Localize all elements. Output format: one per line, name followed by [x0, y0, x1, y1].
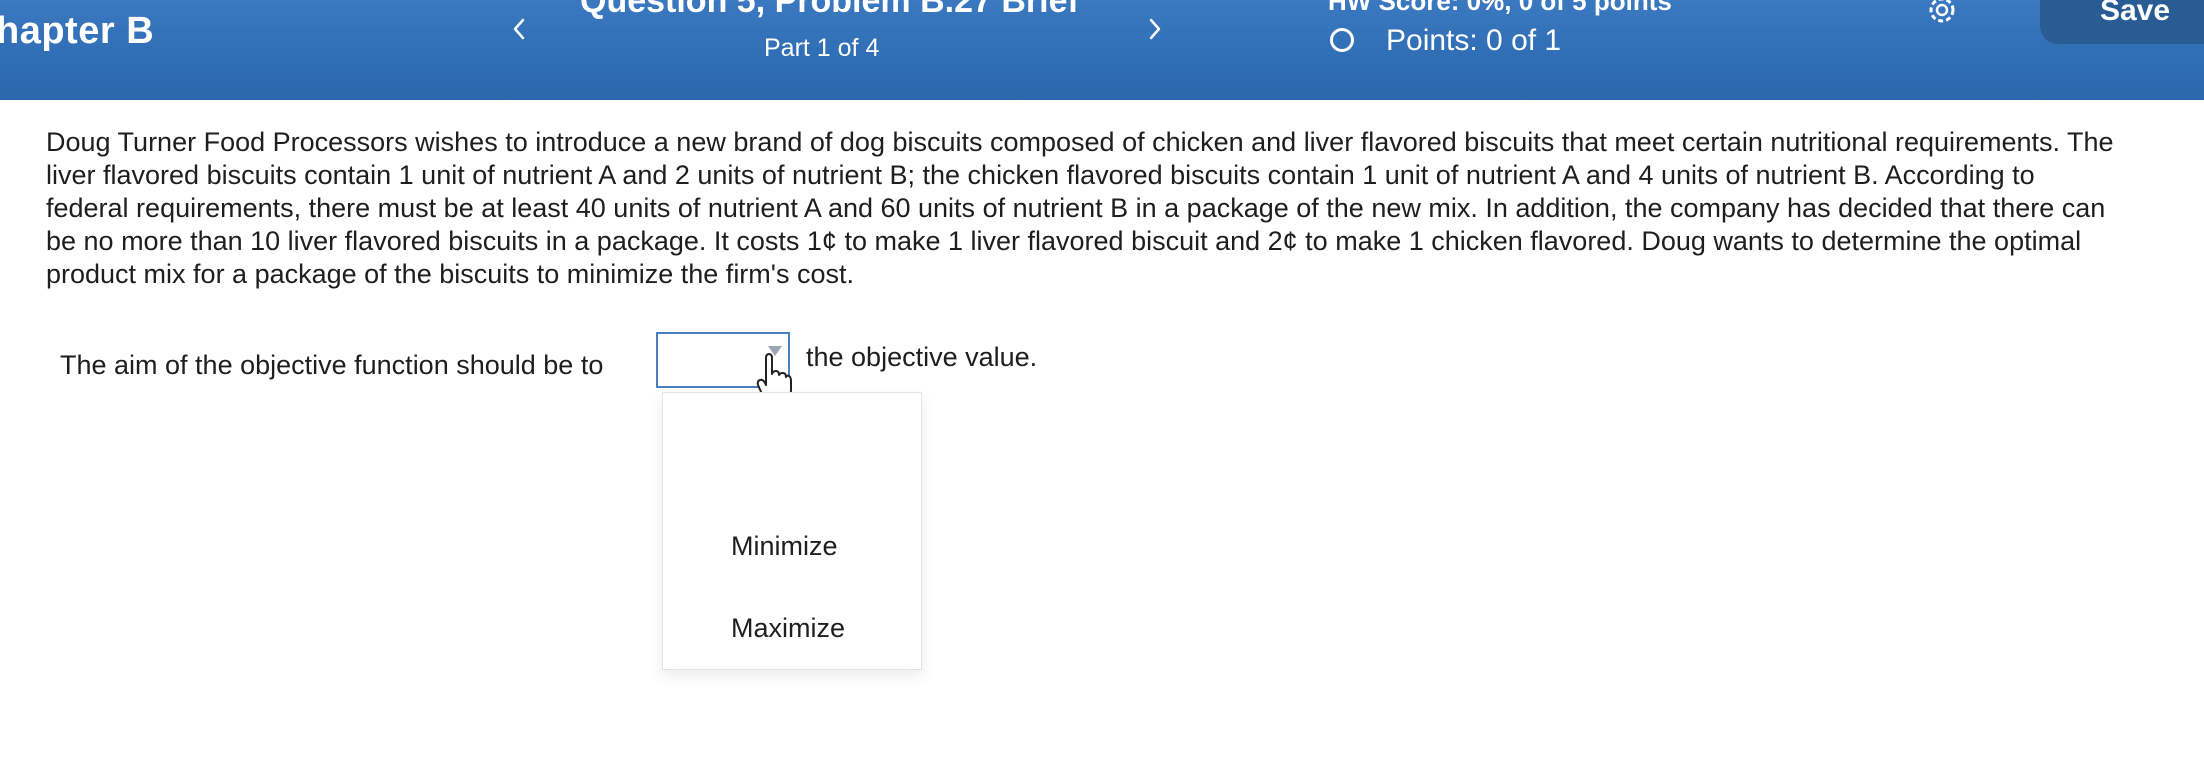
next-question-button[interactable] — [1144, 14, 1166, 44]
problem-statement: Doug Turner Food Processors wishes to in… — [46, 127, 2114, 289]
question-content: Doug Turner Food Processors wishes to in… — [0, 100, 2204, 784]
chevron-right-icon — [1149, 18, 1161, 40]
objective-aim-suffix: the objective value. — [806, 342, 1038, 372]
settings-button[interactable] — [1922, 0, 1962, 32]
option-maximize[interactable]: Maximize — [731, 613, 845, 644]
objective-aim-prompt: The aim of the objective function should… — [60, 350, 604, 380]
part-indicator: Part 1 of 4 — [764, 34, 880, 62]
option-minimize[interactable]: Minimize — [731, 531, 838, 562]
objective-aim-options-menu: Minimize Maximize — [662, 392, 922, 670]
question-title: Question 5, Problem B.27 Brief — [580, 0, 1079, 20]
points-label: Points: 0 of 1 — [1386, 24, 1562, 57]
assignment-header: hapter B Question 5, Problem B.27 Brief … — [0, 0, 2204, 100]
hw-score: HW Score: 0%, 0 of 5 points — [1328, 0, 1672, 16]
gear-icon — [1929, 0, 1955, 23]
chevron-left-icon — [513, 18, 525, 40]
chapter-title: hapter B — [0, 10, 155, 52]
circle-icon — [1330, 28, 1354, 52]
save-button[interactable]: Save — [2040, 0, 2204, 44]
previous-question-button[interactable] — [508, 14, 530, 44]
